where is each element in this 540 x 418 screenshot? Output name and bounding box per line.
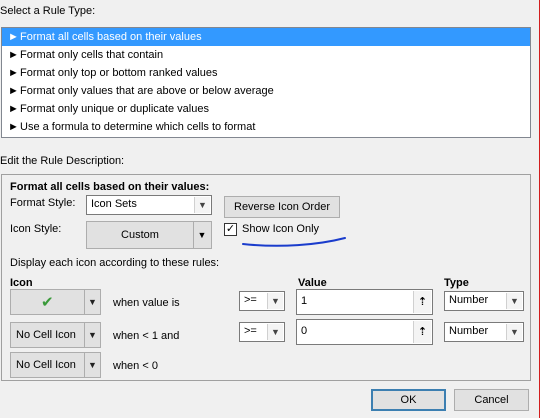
icon-select-value: No Cell Icon [16,329,76,341]
chevron-down-icon[interactable]: ▼ [84,323,100,347]
chevron-down-icon[interactable]: ▼ [84,353,100,377]
ok-button[interactable]: OK [371,389,446,411]
condition-label-3: when < 0 [113,360,158,372]
col-type-header: Type [444,277,469,289]
chevron-down-icon[interactable]: ▼ [267,324,283,340]
chevron-down-icon[interactable]: ▼ [506,293,522,309]
operator-select-1[interactable]: >= ▼ [239,291,285,311]
range-select-icon[interactable]: ⇡ [413,321,431,343]
value-text: 0 [301,325,308,337]
operator-select-2[interactable]: >= ▼ [239,322,285,342]
operator-value: >= [244,325,257,337]
value-text: 1 [301,295,308,307]
condition-label-1: when value is [113,297,180,309]
type-select-2[interactable]: Number ▼ [444,322,524,342]
chevron-down-icon[interactable]: ▼ [506,324,522,340]
range-select-icon[interactable]: ⇡ [413,291,431,313]
operator-value: >= [244,294,257,306]
chevron-down-icon[interactable]: ▼ [84,290,100,314]
display-rules-label: Display each icon according to these rul… [10,257,220,269]
icon-select-1[interactable]: ✔ ▼ [10,289,101,315]
col-icon-header: Icon [10,277,33,289]
type-value: Number [449,294,489,306]
condition-label-2: when < 1 and [113,330,180,342]
col-value-header: Value [298,277,327,289]
value-input-2[interactable]: 0 ⇡ [296,319,433,345]
green-check-icon: ✔ [41,294,54,311]
value-input-1[interactable]: 1 ⇡ [296,289,433,315]
type-value: Number [449,325,489,337]
icon-select-3[interactable]: No Cell Icon ▼ [10,352,101,378]
icon-select-2[interactable]: No Cell Icon ▼ [10,322,101,348]
chevron-down-icon[interactable]: ▼ [267,293,283,309]
cancel-button[interactable]: Cancel [454,389,529,411]
type-select-1[interactable]: Number ▼ [444,291,524,311]
icon-select-value: No Cell Icon [16,359,76,371]
